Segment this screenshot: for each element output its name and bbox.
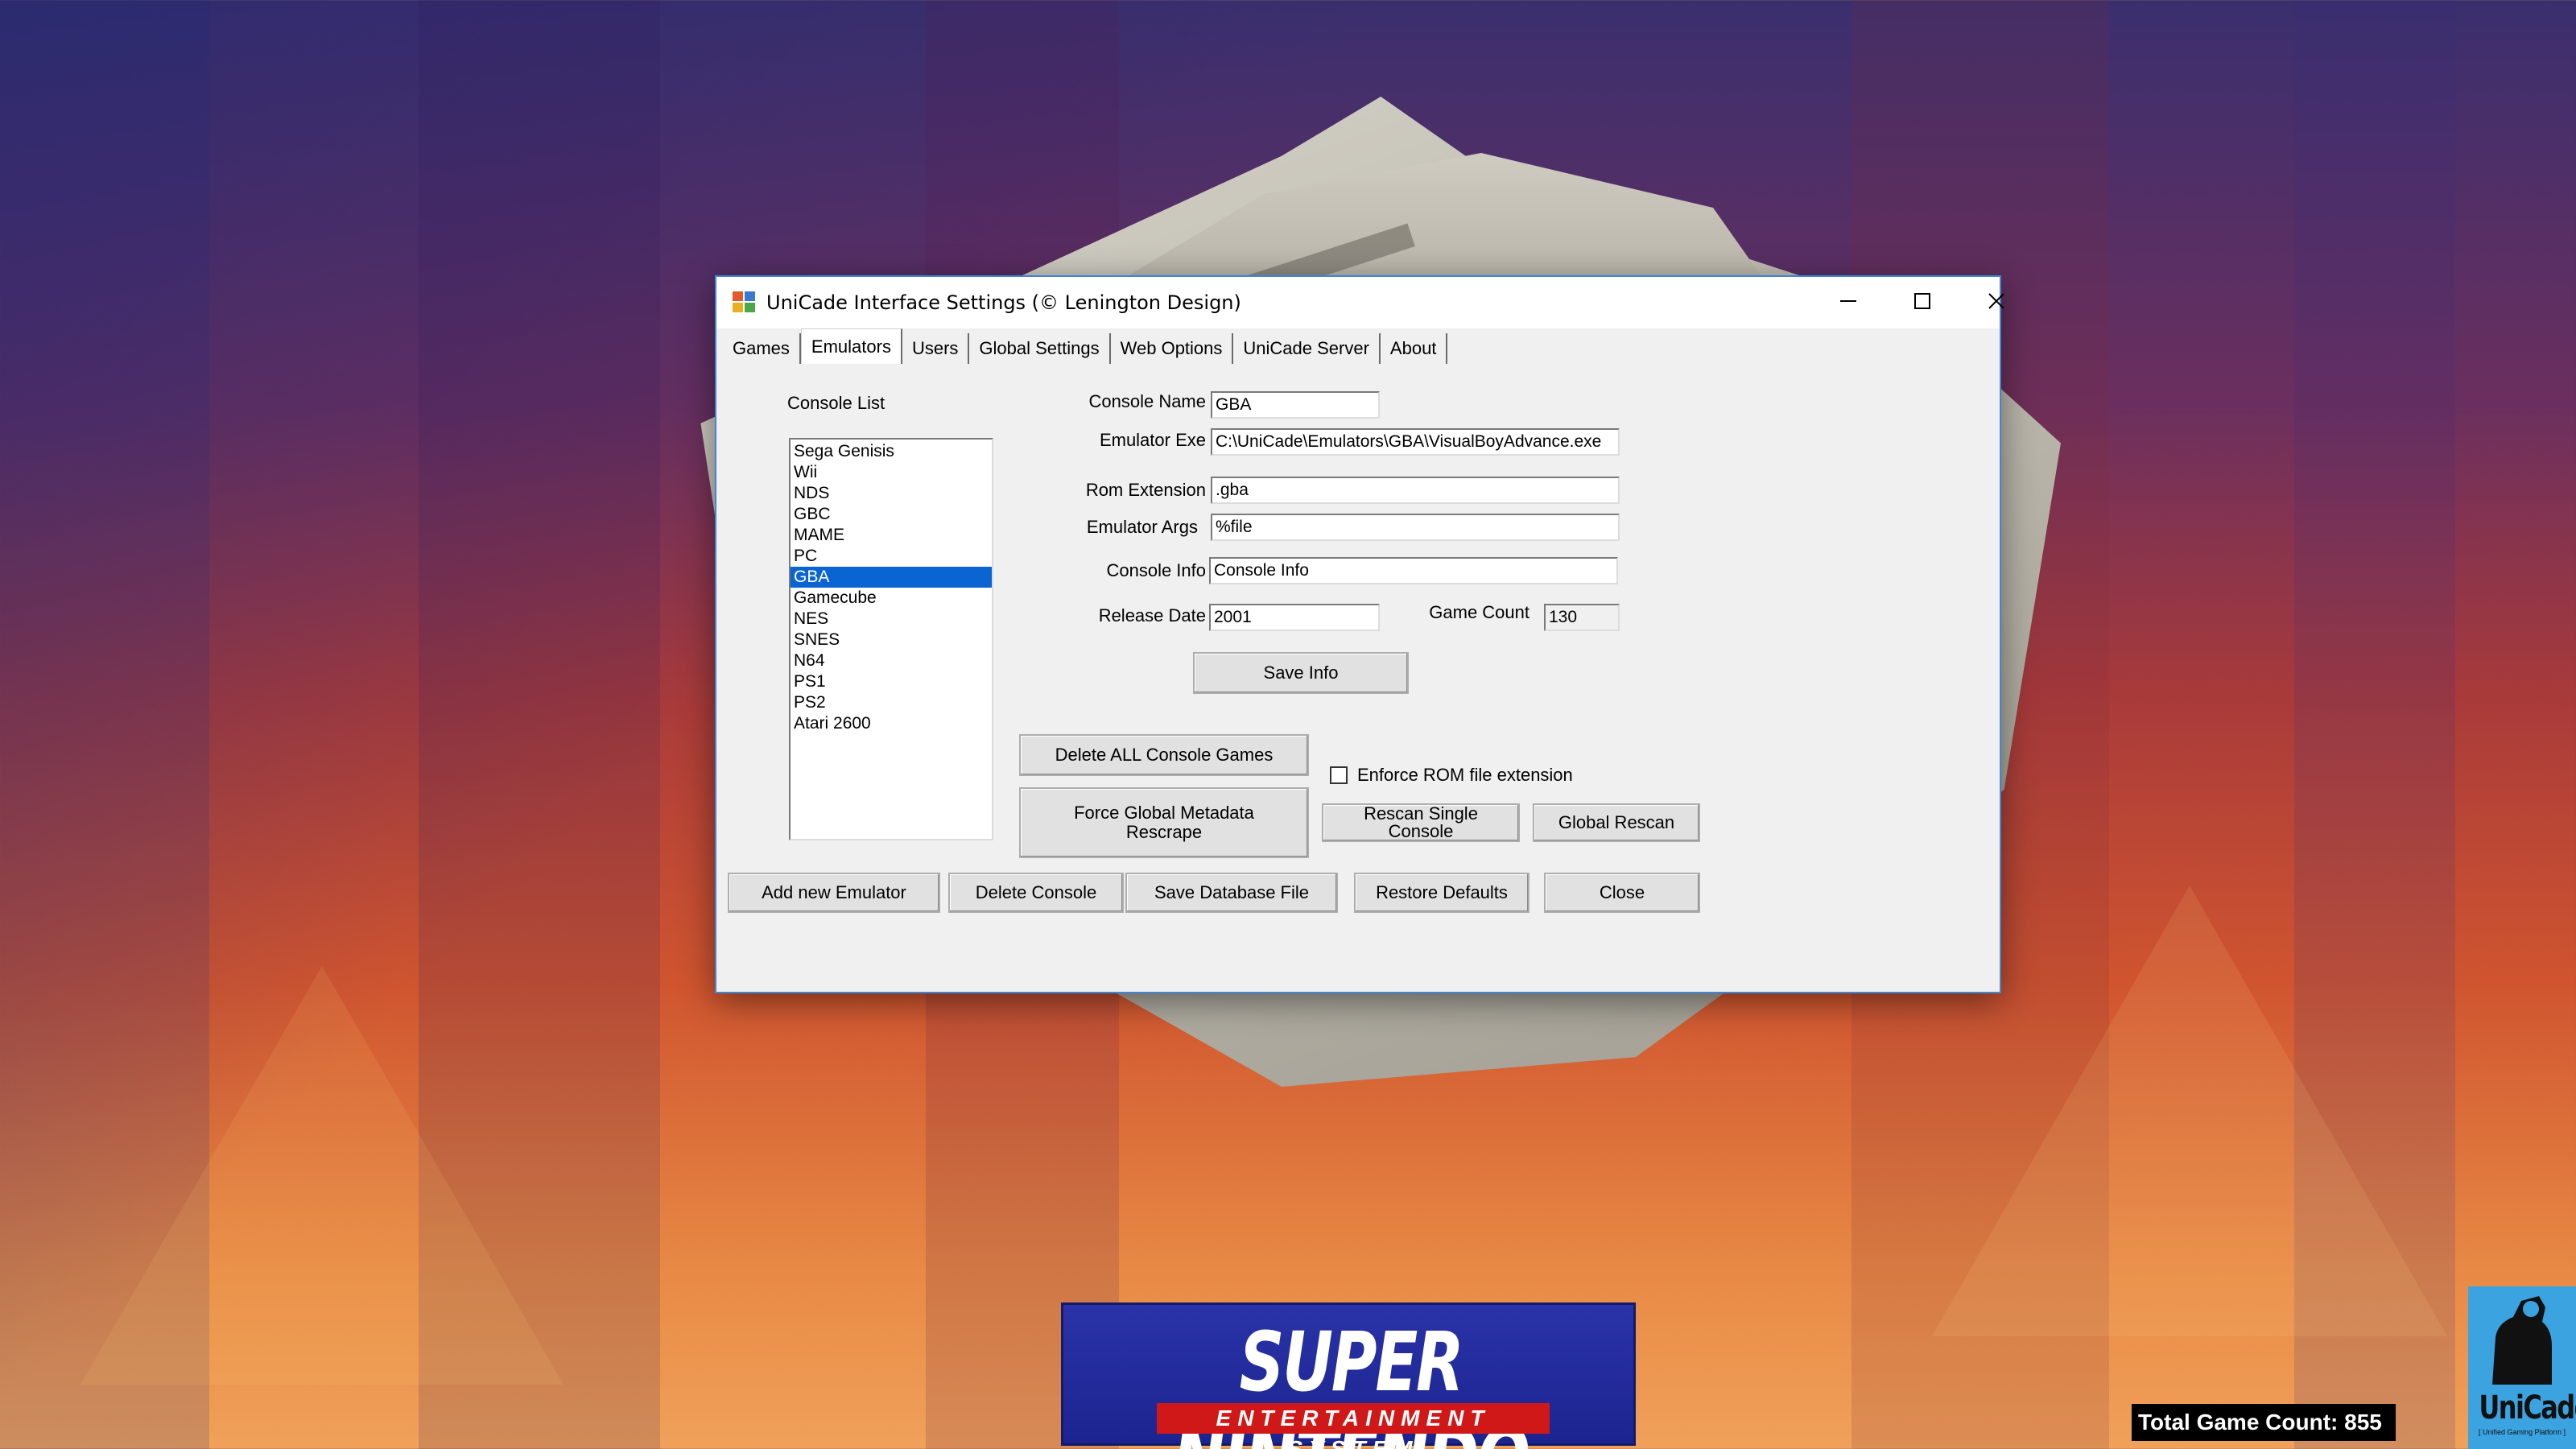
- list-item[interactable]: PC: [791, 546, 992, 567]
- tab-games[interactable]: Games: [723, 333, 801, 364]
- list-item[interactable]: PS1: [791, 671, 992, 692]
- list-item[interactable]: NDS: [791, 483, 992, 504]
- tab-web-options[interactable]: Web Options: [1111, 333, 1234, 364]
- close-icon: [1988, 293, 2004, 309]
- list-item[interactable]: GBC: [791, 504, 992, 525]
- tab-bar: Games Emulators Users Global Settings We…: [723, 328, 1448, 364]
- game-count-label: Game Count: [1429, 602, 1530, 622]
- list-item[interactable]: N64: [791, 650, 992, 671]
- tab-emulators[interactable]: Emulators: [800, 328, 902, 364]
- delete-console-button[interactable]: Delete Console: [948, 873, 1124, 913]
- list-item[interactable]: Wii: [791, 462, 992, 483]
- window-title: UniCade Interface Settings (© Lenington …: [766, 291, 1241, 314]
- maximize-icon: [1914, 293, 1930, 309]
- minimize-button[interactable]: [1811, 277, 1885, 325]
- close-button[interactable]: Close: [1544, 873, 1700, 913]
- console-name-field[interactable]: GBA: [1211, 391, 1380, 419]
- emulator-exe-field[interactable]: C:\UniCade\Emulators\GBA\VisualBoyAdvanc…: [1211, 428, 1620, 456]
- list-item-selected[interactable]: GBA: [791, 567, 992, 588]
- emulator-args-field[interactable]: %file: [1211, 514, 1620, 541]
- release-date-field[interactable]: 2001: [1209, 604, 1380, 631]
- close-window-button[interactable]: [1959, 277, 2033, 325]
- restore-defaults-button[interactable]: Restore Defaults: [1354, 873, 1530, 913]
- console-listbox[interactable]: Sega Genisis Wii NDS GBC MAME PC GBA Gam…: [789, 438, 993, 840]
- total-game-count: Total Game Count: 855: [2132, 1404, 2396, 1441]
- save-database-file-button[interactable]: Save Database File: [1125, 873, 1338, 913]
- background-triangle: [80, 966, 564, 1385]
- list-item[interactable]: NES: [791, 609, 992, 630]
- console-name-label: Console Name: [1088, 391, 1206, 411]
- list-item[interactable]: MAME: [791, 525, 992, 546]
- title-bar[interactable]: UniCade Interface Settings (© Lenington …: [716, 277, 2004, 328]
- list-item[interactable]: Gamecube: [791, 588, 992, 609]
- arcade-joystick-icon: [2492, 1296, 2552, 1385]
- list-item[interactable]: Sega Genisis: [791, 441, 992, 462]
- rom-extension-field[interactable]: .gba: [1211, 477, 1620, 504]
- release-date-label: Release Date: [1098, 605, 1206, 625]
- tab-about[interactable]: About: [1381, 333, 1448, 364]
- unicade-logo: UniCade [ Unified Gaming Platform ]: [2468, 1286, 2576, 1449]
- settings-window: UniCade Interface Settings (© Lenington …: [715, 275, 2004, 993]
- delete-all-console-games-button[interactable]: Delete ALL Console Games: [1019, 734, 1309, 776]
- list-item[interactable]: PS2: [791, 692, 992, 713]
- tab-users[interactable]: Users: [902, 333, 970, 364]
- tab-unicade-server[interactable]: UniCade Server: [1233, 333, 1381, 364]
- rescan-single-console-button[interactable]: Rescan Single Console: [1322, 803, 1520, 842]
- unicade-logo-text: UniCade: [2479, 1389, 2576, 1426]
- unicade-logo-subtext: [ Unified Gaming Platform ]: [2478, 1428, 2566, 1436]
- emulator-exe-label: Emulator Exe: [1099, 430, 1206, 450]
- console-info-label: Console Info: [1106, 560, 1206, 580]
- console-list-label: Console List: [787, 393, 886, 413]
- list-item[interactable]: Atari 2600: [791, 713, 992, 734]
- game-count-field: 130: [1544, 604, 1620, 631]
- enforce-rom-checkbox[interactable]: [1330, 766, 1348, 784]
- background-triangle: [1932, 886, 2447, 1336]
- save-info-button[interactable]: Save Info: [1193, 652, 1409, 694]
- global-rescan-button[interactable]: Global Rescan: [1533, 803, 1700, 842]
- snes-logo: SUPER NINTENDO ENTERTAINMENT SYSTEM: [1061, 1302, 1636, 1449]
- maximize-button[interactable]: [1885, 277, 1959, 325]
- enforce-rom-label[interactable]: Enforce ROM file extension: [1357, 765, 1573, 786]
- rom-extension-label: Rom Extension: [1085, 480, 1206, 500]
- snes-logo-subtitle: ENTERTAINMENT SYSTEM: [1157, 1403, 1550, 1449]
- emulator-args-label: Emulator Args: [1086, 517, 1198, 537]
- tab-global-settings[interactable]: Global Settings: [969, 333, 1111, 364]
- add-new-emulator-button[interactable]: Add new Emulator: [728, 873, 940, 913]
- minimize-icon: [1840, 300, 1856, 302]
- force-global-metadata-rescrape-button[interactable]: Force Global Metadata Rescrape: [1019, 787, 1309, 858]
- app-icon: [733, 291, 757, 314]
- console-info-field[interactable]: Console Info: [1209, 557, 1618, 584]
- list-item[interactable]: SNES: [791, 630, 992, 650]
